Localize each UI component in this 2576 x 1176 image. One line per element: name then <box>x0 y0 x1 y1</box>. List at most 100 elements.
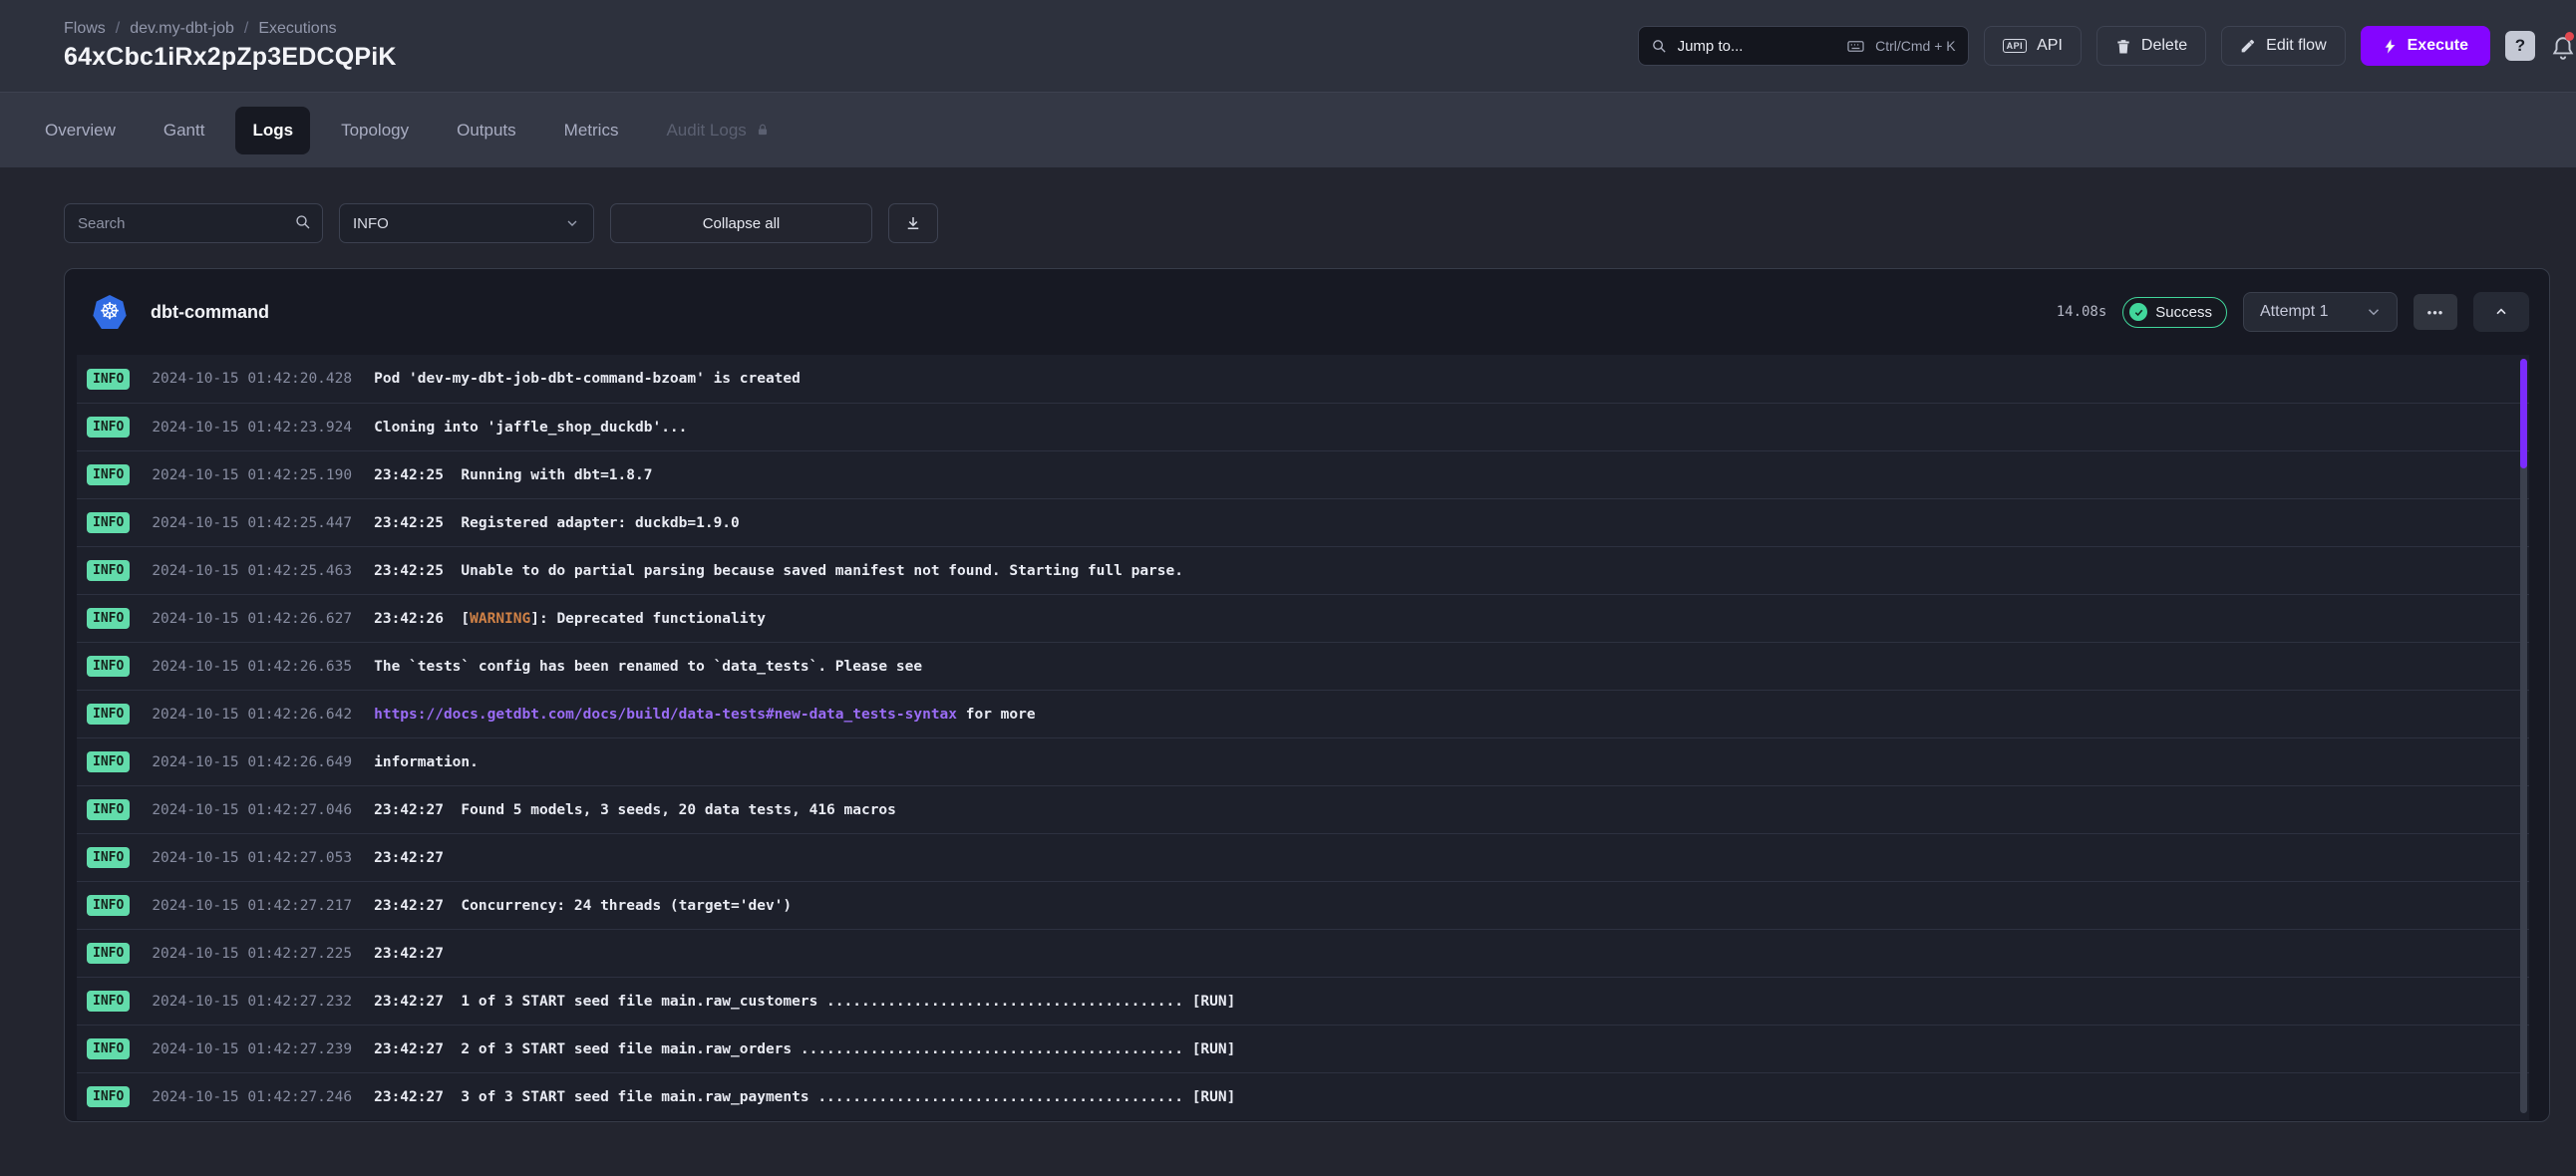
log-level-badge: INFO <box>87 751 130 772</box>
log-level-badge: INFO <box>87 799 130 820</box>
breadcrumb-flows[interactable]: Flows <box>64 20 106 38</box>
jump-to-search[interactable]: Jump to... Ctrl/Cmd + K <box>1638 26 1969 66</box>
execute-button[interactable]: Execute <box>2361 26 2490 66</box>
breadcrumb-executions[interactable]: Executions <box>258 20 336 38</box>
log-level-badge: INFO <box>87 417 130 438</box>
api-icon: API <box>2003 39 2028 53</box>
log-row: INFO 2024-10-15 01:42:27.046 23:42:27 Fo… <box>77 785 2529 833</box>
log-level-select[interactable]: INFO <box>339 203 594 243</box>
lock-icon <box>756 123 770 138</box>
breadcrumb: Flows / dev.my-dbt-job / Executions <box>64 20 397 38</box>
log-search-input[interactable] <box>64 203 323 243</box>
log-link[interactable]: https://docs.getdbt.com/docs/build/data-… <box>374 707 957 723</box>
log-timestamp: 2024-10-15 01:42:26.642 <box>152 707 352 723</box>
bolt-icon <box>2383 38 2398 55</box>
log-message: https://docs.getdbt.com/docs/build/data-… <box>374 707 1035 723</box>
log-scrollbar-thumb[interactable] <box>2520 359 2527 468</box>
log-timestamp: 2024-10-15 01:42:27.246 <box>152 1089 352 1105</box>
log-row: INFO 2024-10-15 01:42:27.246 23:42:27 3 … <box>77 1072 2529 1120</box>
notifications-bell[interactable] <box>2550 31 2576 61</box>
delete-button-label: Delete <box>2141 37 2187 55</box>
trash-icon <box>2115 38 2131 55</box>
chevron-down-icon <box>564 215 580 231</box>
collapse-all-button[interactable]: Collapse all <box>610 203 872 243</box>
log-message: 23:42:27 1 of 3 START seed file main.raw… <box>374 994 1235 1010</box>
log-message: 23:42:26 [WARNING]: Deprecated functiona… <box>374 611 766 627</box>
log-level-badge: INFO <box>87 991 130 1012</box>
log-timestamp: 2024-10-15 01:42:27.046 <box>152 802 352 818</box>
log-list: INFO 2024-10-15 01:42:20.428 Pod 'dev-my… <box>77 355 2529 1120</box>
log-timestamp: 2024-10-15 01:42:27.217 <box>152 898 352 914</box>
breadcrumb-separator: / <box>244 20 248 38</box>
logs-page: INFO Collapse all ☸ dbt-command 14.08s <box>0 167 2576 1122</box>
help-button[interactable]: ? <box>2505 31 2535 61</box>
log-row: INFO 2024-10-15 01:42:25.190 23:42:25 Ru… <box>77 450 2529 498</box>
log-timestamp: 2024-10-15 01:42:26.649 <box>152 754 352 770</box>
log-message: 23:42:27 Concurrency: 24 threads (target… <box>374 898 792 914</box>
log-message: Cloning into 'jaffle_shop_duckdb'... <box>374 420 687 436</box>
log-level-badge: INFO <box>87 1086 130 1107</box>
page-title: 64xCbc1iRx2pZp3EDCQPiK <box>64 43 397 72</box>
api-button[interactable]: API API <box>1984 26 2082 66</box>
log-row: INFO 2024-10-15 01:42:26.627 23:42:26 [W… <box>77 594 2529 642</box>
log-row: INFO 2024-10-15 01:42:23.924 Cloning int… <box>77 403 2529 450</box>
tab-audit-logs: Audit Logs <box>649 107 786 154</box>
collapse-task-button[interactable] <box>2473 292 2529 332</box>
log-row: INFO 2024-10-15 01:42:27.217 23:42:27 Co… <box>77 881 2529 929</box>
header-actions: Jump to... Ctrl/Cmd + K API API Delete E… <box>1638 26 2562 66</box>
task-controls: 14.08s Success Attempt 1 ••• <box>2057 292 2529 332</box>
log-message: 23:42:25 Running with dbt=1.8.7 <box>374 467 652 483</box>
kubernetes-icon: ☸ <box>93 295 127 329</box>
log-row: INFO 2024-10-15 01:42:20.428 Pod 'dev-my… <box>77 355 2529 403</box>
delete-button[interactable]: Delete <box>2096 26 2206 66</box>
edit-flow-button[interactable]: Edit flow <box>2221 26 2345 66</box>
log-timestamp: 2024-10-15 01:42:27.053 <box>152 850 352 866</box>
tab-topology[interactable]: Topology <box>324 107 426 154</box>
log-row: INFO 2024-10-15 01:42:27.053 23:42:27 <box>77 833 2529 881</box>
attempt-select[interactable]: Attempt 1 <box>2243 292 2398 332</box>
log-timestamp: 2024-10-15 01:42:27.232 <box>152 994 352 1010</box>
check-circle-icon <box>2129 303 2147 321</box>
task-log-card: ☸ dbt-command 14.08s Success Attempt 1 •… <box>64 268 2550 1122</box>
log-search <box>64 203 323 243</box>
log-row: INFO 2024-10-15 01:42:27.239 23:42:27 2 … <box>77 1025 2529 1072</box>
log-level-badge: INFO <box>87 895 130 916</box>
log-row: INFO 2024-10-15 01:42:25.447 23:42:25 Re… <box>77 498 2529 546</box>
download-icon <box>904 214 922 232</box>
log-level-badge: INFO <box>87 560 130 581</box>
log-message: 23:42:25 Registered adapter: duckdb=1.9.… <box>374 515 740 531</box>
task-card-header: ☸ dbt-command 14.08s Success Attempt 1 •… <box>65 269 2549 355</box>
log-timestamp: 2024-10-15 01:42:27.239 <box>152 1041 352 1057</box>
tab-logs[interactable]: Logs <box>235 107 310 154</box>
log-message: information. <box>374 754 479 770</box>
jump-to-shortcut: Ctrl/Cmd + K <box>1875 38 1956 54</box>
log-timestamp: 2024-10-15 01:42:27.225 <box>152 946 352 962</box>
log-level-badge: INFO <box>87 608 130 629</box>
app-header: Flows / dev.my-dbt-job / Executions 64xC… <box>0 0 2576 93</box>
more-actions-button[interactable]: ••• <box>2414 294 2457 330</box>
header-titles: Flows / dev.my-dbt-job / Executions 64xC… <box>64 20 397 72</box>
edit-flow-button-label: Edit flow <box>2266 37 2326 55</box>
log-row: INFO 2024-10-15 01:42:26.635 The `tests`… <box>77 642 2529 690</box>
log-level-badge: INFO <box>87 847 130 868</box>
log-level-badge: INFO <box>87 1038 130 1059</box>
tab-overview[interactable]: Overview <box>28 107 133 154</box>
log-level-badge: INFO <box>87 512 130 533</box>
breadcrumb-flow-id[interactable]: dev.my-dbt-job <box>130 20 234 38</box>
log-timestamp: 2024-10-15 01:42:25.190 <box>152 467 352 483</box>
log-scrollbar[interactable] <box>2520 359 2527 1113</box>
attempt-label: Attempt 1 <box>2260 303 2328 321</box>
log-level-badge: INFO <box>87 656 130 677</box>
chevron-down-icon <box>2365 303 2383 321</box>
log-row: INFO 2024-10-15 01:42:27.225 23:42:27 <box>77 929 2529 977</box>
keyboard-icon <box>1846 37 1865 56</box>
log-message: The `tests` config has been renamed to `… <box>374 659 922 675</box>
log-timestamp: 2024-10-15 01:42:26.635 <box>152 659 352 675</box>
breadcrumb-separator: / <box>116 20 120 38</box>
execute-button-label: Execute <box>2408 37 2468 55</box>
tab-metrics[interactable]: Metrics <box>547 107 636 154</box>
tab-gantt[interactable]: Gantt <box>147 107 222 154</box>
download-logs-button[interactable] <box>888 203 938 243</box>
tab-outputs[interactable]: Outputs <box>440 107 533 154</box>
chevron-up-icon <box>2493 304 2509 320</box>
